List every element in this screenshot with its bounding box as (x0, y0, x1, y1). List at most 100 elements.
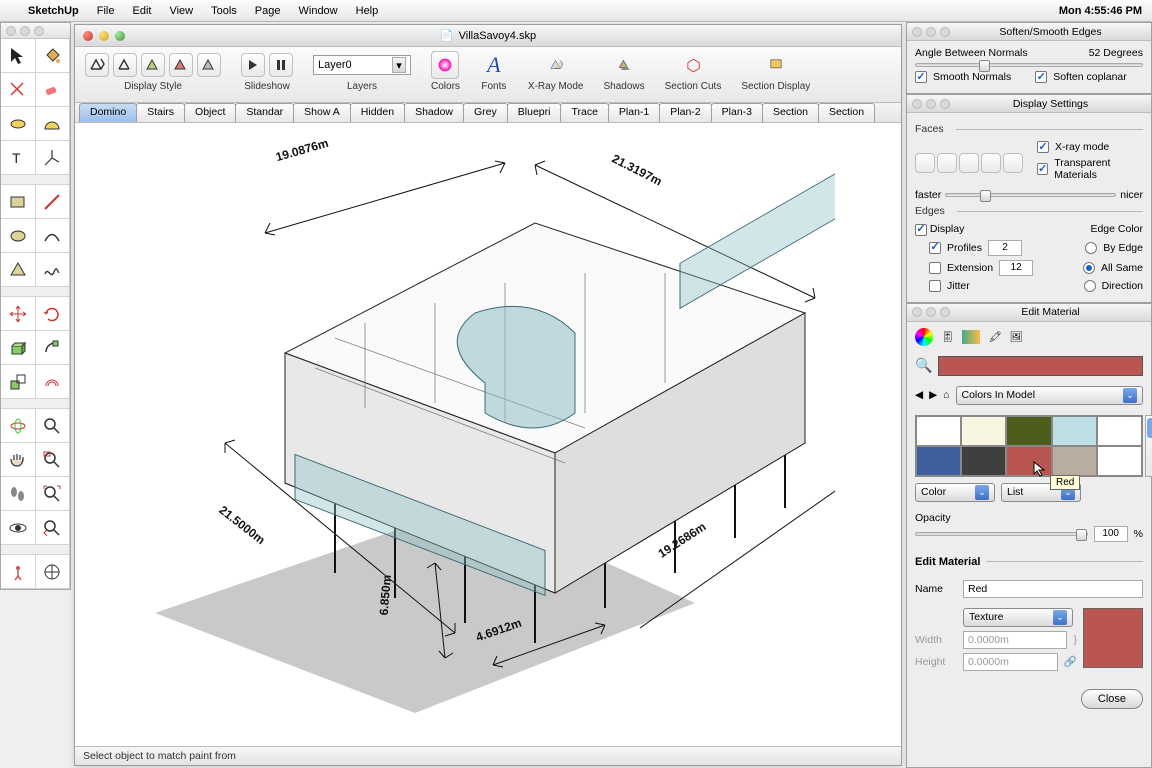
color-dropdown[interactable]: Color⌄ (915, 483, 995, 502)
direction-radio[interactable] (1084, 280, 1096, 292)
tab-plan-2[interactable]: Plan-2 (659, 103, 711, 122)
face-style-5[interactable] (1003, 153, 1023, 173)
all-same-radio[interactable] (1083, 262, 1095, 274)
swatch[interactable] (1006, 416, 1051, 446)
menu-view[interactable]: View (169, 5, 193, 17)
style-mono-button[interactable] (197, 53, 221, 77)
extension-checkbox[interactable] (929, 262, 941, 274)
style-hidden-button[interactable] (113, 53, 137, 77)
menu-file[interactable]: File (97, 5, 115, 17)
color-wheel-icon[interactable] (915, 328, 933, 346)
circle-tool[interactable] (1, 219, 36, 253)
app-name[interactable]: SketchUp (28, 5, 79, 17)
tape-measure-tool[interactable] (1, 107, 36, 141)
link-icon[interactable]: } (1073, 634, 1077, 646)
swatch[interactable] (916, 446, 961, 476)
face-style-1[interactable] (915, 153, 935, 173)
move-tool[interactable] (1, 297, 36, 331)
opacity-value[interactable]: 100 (1094, 526, 1128, 542)
back-icon[interactable]: ◀ (915, 389, 923, 401)
face-style-2[interactable] (937, 153, 957, 173)
face-style-3[interactable] (959, 153, 979, 173)
tab-plan-1[interactable]: Plan-1 (608, 103, 660, 122)
library-select[interactable]: Colors In Model⌄ (956, 386, 1144, 405)
freehand-tool[interactable] (36, 253, 71, 287)
shadows-button[interactable] (610, 51, 638, 79)
rectangle-tool[interactable] (1, 73, 36, 107)
walk-tool[interactable] (1, 477, 36, 511)
tab-section-1[interactable]: Section (762, 103, 819, 122)
minimize-icon[interactable] (926, 307, 936, 317)
minimize-icon[interactable] (926, 27, 936, 37)
jitter-checkbox[interactable] (929, 280, 941, 292)
orbit-tool[interactable] (1, 409, 36, 443)
sliders-icon[interactable]: 🎚 (941, 330, 954, 343)
zoom-window-tool[interactable] (36, 443, 71, 477)
close-icon[interactable] (6, 26, 16, 36)
tab-trace[interactable]: Trace (560, 103, 608, 122)
position-camera-tool[interactable] (1, 555, 36, 589)
minimize-icon[interactable] (926, 99, 936, 109)
protractor-tool[interactable] (36, 107, 71, 141)
xray-checkbox[interactable] (1037, 141, 1049, 153)
offset-tool[interactable] (36, 365, 71, 399)
section-display-button[interactable] (762, 51, 790, 79)
colors-button[interactable] (431, 51, 459, 79)
style-textured-button[interactable] (169, 53, 193, 77)
tab-bluepri[interactable]: Bluepri (507, 103, 562, 122)
zoom-tool[interactable] (36, 409, 71, 443)
transparent-checkbox[interactable] (1037, 163, 1048, 175)
soften-coplanar-checkbox[interactable] (1035, 71, 1047, 83)
scale-tool[interactable] (1, 365, 36, 399)
text-tool[interactable]: T (1, 141, 36, 175)
pan-tool[interactable] (1, 443, 36, 477)
swatch[interactable] (916, 416, 961, 446)
line-tool[interactable] (36, 185, 71, 219)
zoom-icon[interactable] (940, 99, 950, 109)
material-name-input[interactable] (963, 580, 1143, 598)
xray-mode-button[interactable] (542, 51, 570, 79)
profiles-checkbox[interactable] (929, 242, 941, 254)
tab-shadow[interactable]: Shadow (404, 103, 464, 122)
zoom-icon[interactable] (34, 26, 44, 36)
profiles-value[interactable]: 2 (988, 240, 1022, 256)
swatch[interactable] (1052, 416, 1097, 446)
swatch-blank[interactable] (1097, 446, 1142, 476)
play-button[interactable] (241, 53, 265, 77)
paint-bucket-tool[interactable] (36, 39, 71, 73)
swatch[interactable] (961, 446, 1006, 476)
image-icon[interactable]: 🖼 (1010, 330, 1023, 343)
tab-domino[interactable]: Domino (79, 103, 137, 122)
current-material-swatch[interactable] (938, 356, 1143, 376)
eraser-tool[interactable] (36, 73, 71, 107)
pause-button[interactable] (269, 53, 293, 77)
close-icon[interactable] (912, 99, 922, 109)
tab-section-2[interactable]: Section (818, 103, 875, 122)
tab-grey[interactable]: Grey (463, 103, 508, 122)
zoom-extents-tool[interactable] (36, 477, 71, 511)
opacity-slider[interactable] (915, 532, 1088, 536)
tab-plan-3[interactable]: Plan-3 (711, 103, 763, 122)
close-icon[interactable] (912, 27, 922, 37)
close-icon[interactable] (83, 31, 93, 41)
follow-me-tool[interactable] (36, 331, 71, 365)
section-plane-tool[interactable] (36, 555, 71, 589)
smooth-normals-checkbox[interactable] (915, 71, 927, 83)
close-button[interactable]: Close (1081, 689, 1143, 709)
menu-tools[interactable]: Tools (211, 5, 237, 17)
minimize-icon[interactable] (99, 31, 109, 41)
crayons-icon[interactable]: 🖍 (988, 330, 1001, 343)
forward-icon[interactable]: ▶ (929, 389, 937, 401)
look-around-tool[interactable] (1, 511, 36, 545)
viewport[interactable]: 19.0876m 21.3197m 21.5000m 6.850m 4.6912… (75, 123, 901, 747)
tab-hidden[interactable]: Hidden (350, 103, 405, 122)
home-icon[interactable]: ⌂ (943, 389, 949, 401)
axes-tool[interactable] (36, 141, 71, 175)
menu-page[interactable]: Page (255, 5, 281, 17)
menu-edit[interactable]: Edit (132, 5, 151, 17)
tab-object[interactable]: Object (184, 103, 236, 122)
previous-view-tool[interactable] (36, 511, 71, 545)
tab-show-a[interactable]: Show A (293, 103, 351, 122)
close-icon[interactable] (912, 307, 922, 317)
rectangle-shape-tool[interactable] (1, 185, 36, 219)
